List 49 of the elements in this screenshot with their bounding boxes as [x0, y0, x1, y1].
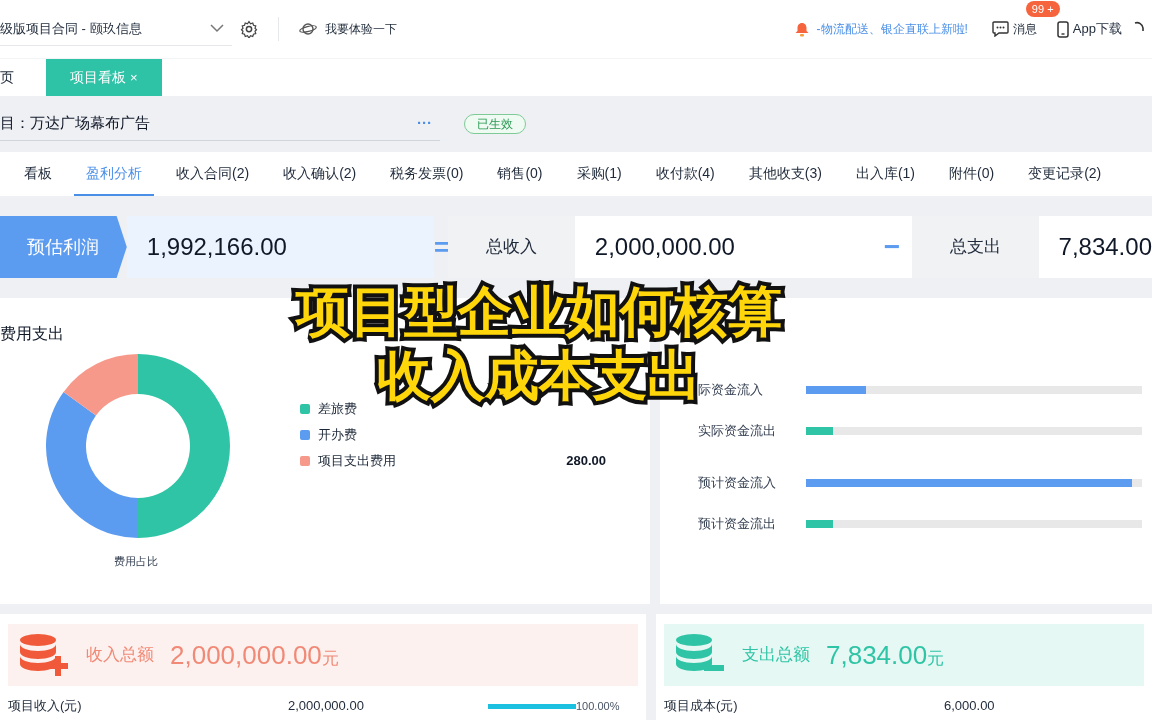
legend-label: 差旅费: [318, 400, 358, 419]
subtab[interactable]: 附件(0): [937, 152, 1007, 196]
subtab[interactable]: 看板: [12, 152, 64, 196]
expense-value: 7,834.00: [1038, 216, 1152, 278]
panel-title: 费用支出: [0, 324, 64, 344]
chart-caption: 费用占比: [114, 554, 158, 569]
announcement-link[interactable]: -物流配送、银企直联上新啦!: [816, 20, 968, 38]
project-field[interactable]: 目：万达广场幕布广告 ···: [0, 107, 440, 141]
subtab[interactable]: 出入库(1): [843, 152, 927, 196]
flow-label: 预计资金流出: [698, 515, 777, 534]
tab[interactable]: 页: [0, 59, 30, 96]
subtab[interactable]: 变更记录(2): [1016, 152, 1114, 196]
subtab[interactable]: 销售(0): [485, 152, 555, 196]
profit-value: 1,992,166.00: [126, 216, 425, 278]
legend-label: 项目支出费用: [318, 452, 397, 471]
total-amount: 7,834.00元: [826, 638, 945, 672]
try-button[interactable]: 我要体验一下: [299, 20, 397, 38]
chevron-down-icon: [210, 24, 224, 33]
minus-icon: −: [872, 216, 912, 278]
subtab[interactable]: 税务发票(0): [378, 152, 476, 196]
subtab[interactable]: 盈利分析: [74, 152, 154, 196]
legend-value: 280.00: [566, 452, 606, 471]
subtab[interactable]: 收付款(4): [643, 152, 727, 196]
database-icon: [18, 632, 70, 678]
bell-icon: [794, 21, 809, 37]
phone-icon: [1056, 20, 1069, 38]
total-label: 支出总额: [742, 644, 810, 667]
subtab[interactable]: 其他收支(3): [736, 152, 834, 196]
subtab[interactable]: 采购(1): [564, 152, 634, 196]
subtab[interactable]: 收入合同(2): [164, 152, 262, 196]
chat-icon: [991, 21, 1009, 37]
income-value: 2,000,000.00: [574, 216, 873, 278]
count-badge: 99 +: [1025, 1, 1060, 17]
settings-icon[interactable]: [240, 20, 258, 38]
total-amount: 2,000,000.00元: [170, 638, 339, 672]
profit-label: 预估利润: [0, 216, 127, 278]
total-label: 收入总额: [86, 644, 154, 667]
row-amount: 2,000,000.00: [288, 697, 365, 716]
row-label: 项目收入(元): [8, 697, 83, 716]
percent-label: 100.00%: [576, 698, 620, 714]
status-badge: 已生效: [464, 114, 526, 134]
flow-label: 预计资金流入: [698, 474, 777, 493]
planet-icon: [299, 22, 317, 36]
project-dropdown[interactable]: 级版项目合同 - 颐玖信息: [0, 12, 232, 46]
subtab[interactable]: 收入确认(2): [271, 152, 369, 196]
row-amount: 6,000.00: [944, 697, 996, 716]
row-label: 项目成本(元): [664, 697, 739, 716]
flow-label: 实际资金流出: [698, 422, 777, 441]
legend-label: 开办费: [318, 426, 358, 445]
